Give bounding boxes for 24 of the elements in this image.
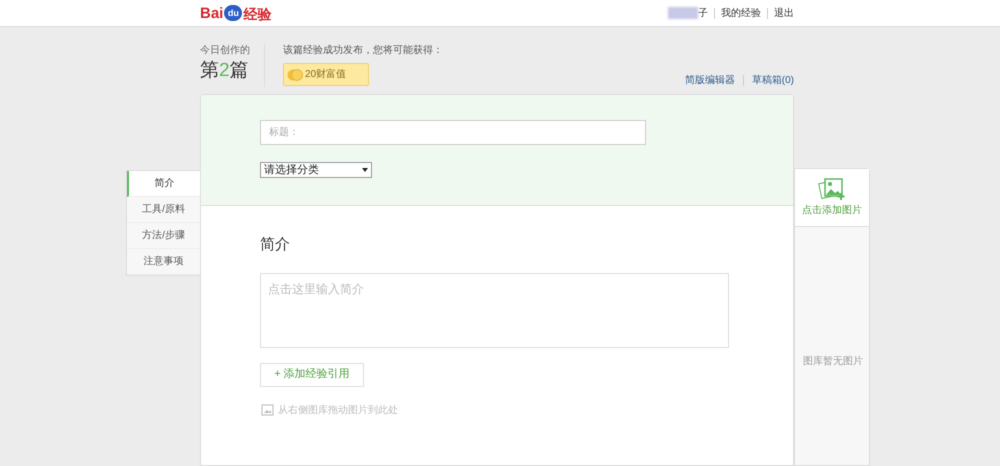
drag-hint-text: 从右侧图库拖动图片到此处 bbox=[278, 404, 398, 418]
nav-tab[interactable]: 工具/原料 bbox=[127, 197, 200, 223]
site-logo[interactable]: Bai du 经验 bbox=[200, 5, 272, 21]
add-image-icon bbox=[818, 177, 846, 201]
header-link[interactable]: 退出 bbox=[767, 8, 794, 18]
editor-link[interactable]: 草稿箱(0) bbox=[742, 75, 794, 86]
empty-gallery-text: 图库暂无图片 bbox=[802, 354, 864, 369]
category-select[interactable]: 请选择分类 bbox=[260, 162, 372, 178]
username-text: 子 bbox=[698, 6, 708, 20]
nav-tab[interactable]: 注意事项 bbox=[127, 249, 200, 275]
blurred-username bbox=[668, 7, 698, 19]
article-count: 第2篇 bbox=[200, 60, 250, 82]
dropdown-caret-icon bbox=[362, 168, 368, 172]
today-label: 今日创作的 bbox=[200, 44, 251, 58]
nav-tab[interactable]: 方法/步骤 bbox=[127, 223, 200, 249]
nav-tab[interactable]: 简介 bbox=[127, 171, 200, 197]
editor-link[interactable]: 简版编辑器 bbox=[684, 75, 735, 86]
header-link[interactable]: 我的经验 bbox=[714, 8, 761, 18]
section-heading: 简介 bbox=[260, 235, 291, 255]
reward-badge: 20财富值 bbox=[283, 63, 369, 86]
coin-icon bbox=[287, 68, 303, 80]
reward-text: 该篇经验成功发布，您将可能获得： bbox=[283, 44, 443, 58]
image-icon bbox=[260, 404, 274, 416]
add-image-button[interactable]: 点击添加图片 bbox=[795, 169, 869, 227]
